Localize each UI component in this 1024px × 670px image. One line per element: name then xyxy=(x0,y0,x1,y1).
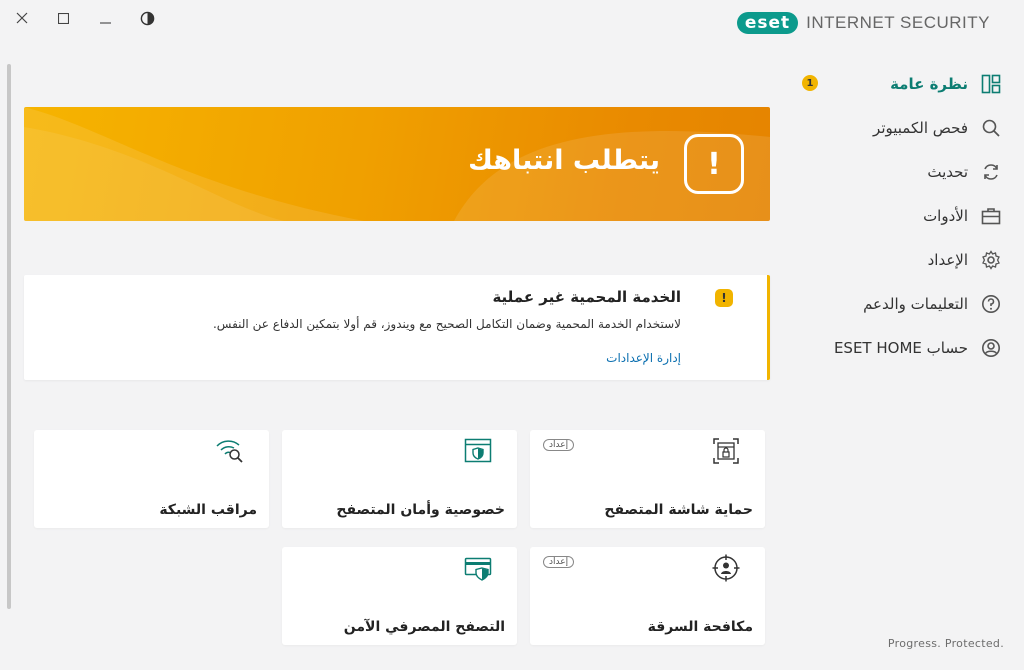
sidebar-item-label: التعليمات والدعم xyxy=(863,295,968,313)
tile-anti-theft[interactable]: إعداد مكافحة السرقة xyxy=(530,547,765,645)
sidebar-nav: 1 نظرة عامة فحص الكمبيوتر تحديث الأدوات … xyxy=(802,62,1002,370)
sidebar-item-label: نظرة عامة xyxy=(890,75,968,93)
close-button[interactable] xyxy=(12,8,32,28)
browser-lock-icon xyxy=(711,436,741,466)
close-icon xyxy=(16,12,28,24)
account-icon xyxy=(980,337,1002,359)
tile-browser-privacy-security[interactable]: خصوصية وأمان المتصفح xyxy=(282,430,517,528)
tile-label: التصفح المصرفي الآمن xyxy=(343,619,505,635)
banner-title: يتطلب انتباهك xyxy=(468,145,660,176)
tile-label: مكافحة السرقة xyxy=(647,619,753,635)
sidebar-item-scan[interactable]: فحص الكمبيوتر xyxy=(802,106,1002,150)
help-icon xyxy=(980,293,1002,315)
scrollbar[interactable] xyxy=(7,64,11,609)
search-icon xyxy=(980,117,1002,139)
dashboard-icon xyxy=(980,73,1002,95)
tile-secure-banking[interactable]: التصفح المصرفي الآمن xyxy=(282,547,517,645)
alert-description: لاستخدام الخدمة المحمية وضمان التكامل ال… xyxy=(212,317,681,331)
sidebar-item-label: تحديث xyxy=(927,163,968,181)
exclamation-icon: ! xyxy=(684,134,744,194)
alert-card: ! الخدمة المحمية غير عملية لاستخدام الخد… xyxy=(24,275,770,380)
sidebar-item-setup[interactable]: الإعداد xyxy=(802,238,1002,282)
anti-theft-icon xyxy=(711,553,741,583)
sidebar-item-label: الإعداد xyxy=(927,251,968,269)
sidebar-item-help[interactable]: التعليمات والدعم xyxy=(802,282,1002,326)
network-inspector-icon xyxy=(215,436,245,466)
manage-settings-link[interactable]: إدارة الإعدادات xyxy=(606,351,681,365)
setup-tag[interactable]: إعداد xyxy=(543,439,575,451)
theme-toggle-button[interactable] xyxy=(137,8,157,28)
alert-title: الخدمة المحمية غير عملية xyxy=(492,288,681,306)
banking-shield-icon xyxy=(463,553,493,583)
maximize-icon xyxy=(57,12,69,24)
minimize-icon xyxy=(99,21,111,24)
warning-icon: ! xyxy=(715,289,733,307)
sidebar-item-tools[interactable]: الأدوات xyxy=(802,194,1002,238)
theme-toggle-icon xyxy=(140,11,154,25)
refresh-icon xyxy=(980,161,1002,183)
sidebar-item-update[interactable]: تحديث xyxy=(802,150,1002,194)
product-name: INTERNET SECURITY xyxy=(806,13,990,32)
tile-label: خصوصية وأمان المتصفح xyxy=(336,502,505,518)
tile-browser-screen-protection[interactable]: إعداد حماية شاشة المتصفح xyxy=(530,430,765,528)
product-logo: eset INTERNET SECURITY xyxy=(736,12,990,34)
tile-network-inspector[interactable]: مراقب الشبكة xyxy=(34,430,269,528)
sidebar-item-label: فحص الكمبيوتر xyxy=(873,119,968,137)
status-banner: يتطلب انتباهك ! xyxy=(24,107,770,221)
tile-label: مراقب الشبكة xyxy=(159,502,257,518)
maximize-button[interactable] xyxy=(53,8,73,28)
setup-tag[interactable]: إعداد xyxy=(543,556,575,568)
sidebar-item-label: حساب ESET HOME xyxy=(833,339,968,357)
tile-label: حماية شاشة المتصفح xyxy=(604,502,753,518)
eset-logo: eset xyxy=(736,12,799,34)
browser-shield-icon xyxy=(463,436,493,466)
sidebar-item-label: الأدوات xyxy=(923,207,968,225)
notification-badge: 1 xyxy=(802,75,818,91)
footer-tagline: Progress. Protected. xyxy=(887,637,1004,650)
minimize-button[interactable] xyxy=(95,8,115,28)
sidebar-item-account[interactable]: حساب ESET HOME xyxy=(802,326,1002,370)
sidebar-item-overview[interactable]: 1 نظرة عامة xyxy=(802,62,1002,106)
gear-icon xyxy=(980,249,1002,271)
toolbox-icon xyxy=(980,205,1002,227)
